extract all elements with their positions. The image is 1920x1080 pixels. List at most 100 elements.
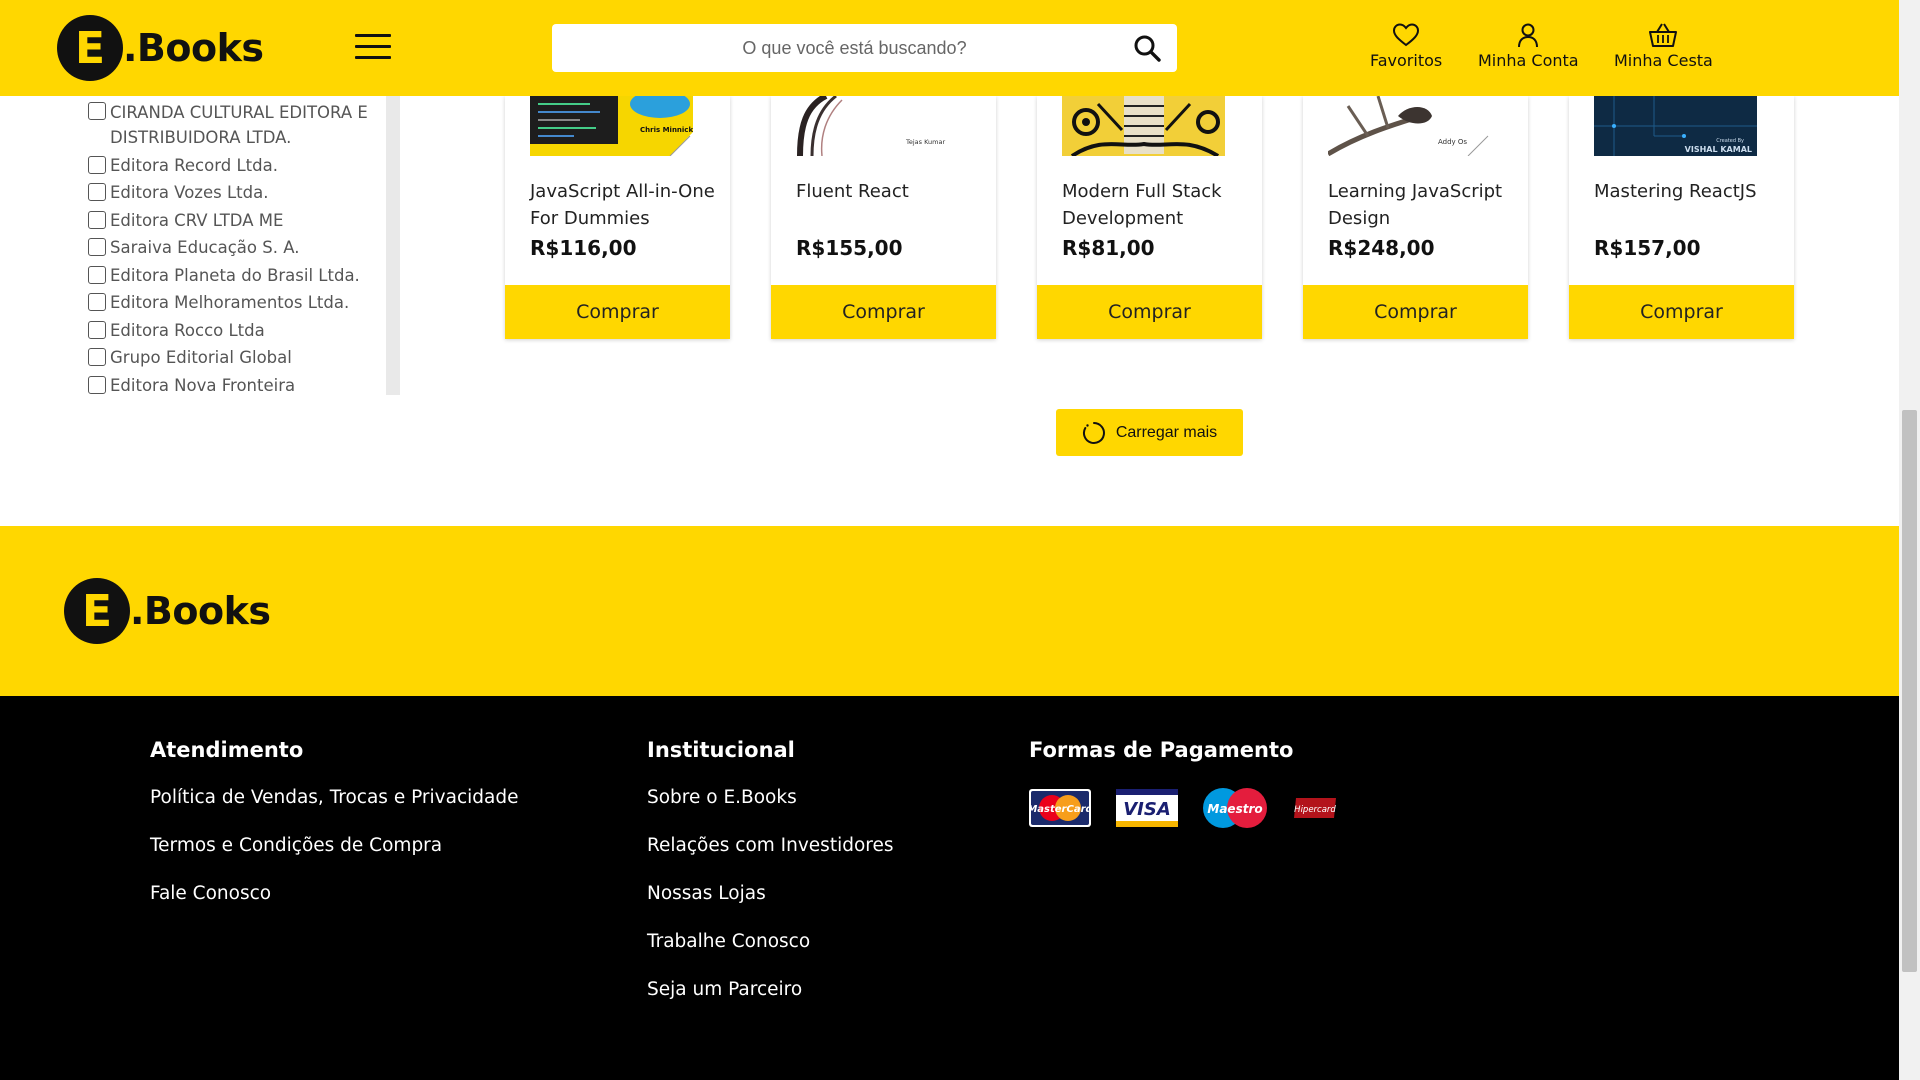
cover-author: Tejas Kumar (905, 138, 945, 146)
product-card[interactable]: Chris Minnick JavaScript All-in-One For … (505, 96, 730, 339)
search-bar (552, 24, 1177, 72)
product-card[interactable]: Tejas Kumar Fluent React R$155,00 Compra… (771, 96, 996, 339)
hipercard-logo: Hipercard (1294, 798, 1336, 818)
publisher-filter-item[interactable]: Editora CRV LTDA ME (88, 209, 383, 233)
footer-link[interactable]: Seja um Parceiro (647, 979, 894, 1000)
publisher-checkbox[interactable] (88, 102, 106, 120)
publisher-filter-item[interactable]: Editora Nova Fronteira (88, 374, 383, 398)
publisher-checkbox[interactable] (88, 320, 106, 339)
publisher-checkbox[interactable] (88, 265, 106, 284)
product-card[interactable]: Modern Full Stack Development R$81,00 Co… (1037, 96, 1262, 339)
publisher-label: Editora Rocco Ltda (110, 320, 265, 340)
buy-button[interactable]: Comprar (771, 285, 996, 339)
heart-icon (1393, 23, 1420, 47)
search-input[interactable] (552, 24, 1117, 72)
publisher-label: CIRANDA CULTURAL EDITORA E DISTRIBUIDORA… (110, 103, 368, 147)
cover-author: Chris Minnick (640, 126, 693, 134)
page-scrollbar-thumb[interactable] (1902, 410, 1917, 972)
publisher-label: Editora Nova Fronteira (110, 375, 296, 395)
cart-label: Minha Cesta (1614, 51, 1713, 70)
header-logo[interactable]: E .Books (57, 15, 264, 81)
product-title[interactable]: Modern Full Stack Development (1062, 178, 1247, 232)
publisher-filter-item[interactable]: Editora Vozes Ltda. (88, 181, 383, 205)
buy-button[interactable]: Comprar (1037, 285, 1262, 339)
buy-button[interactable]: Comprar (1303, 285, 1528, 339)
publisher-filter-item[interactable]: Saraiva Educação S. A. (88, 236, 383, 260)
publisher-checkbox[interactable] (88, 155, 106, 174)
account-label: Minha Conta (1478, 51, 1579, 70)
product-title[interactable]: Fluent React (796, 178, 981, 205)
publisher-filter-item[interactable]: Editora Record Ltda. (88, 154, 383, 178)
footer-link[interactable]: Termos e Condições de Compra (150, 835, 518, 856)
footer-link[interactable]: Trabalhe Conosco (647, 931, 894, 952)
publisher-checkbox[interactable] (88, 210, 106, 229)
buy-button[interactable]: Comprar (1569, 285, 1794, 339)
footer-link[interactable]: Política de Vendas, Trocas e Privacidade (150, 787, 518, 808)
favorites-label: Favoritos (1370, 51, 1443, 70)
product-title[interactable]: Mastering ReactJS (1594, 178, 1779, 205)
product-title[interactable]: Learning JavaScript Design (1328, 178, 1513, 232)
account-link[interactable]: Minha Conta (1478, 22, 1579, 70)
publisher-filter-item[interactable]: CIRANDA CULTURAL EDITORA E DISTRIBUIDORA… (88, 100, 383, 150)
product-card[interactable]: Created By VISHAL KAMAL Mastering ReactJ… (1569, 96, 1794, 339)
basket-icon (1649, 23, 1678, 47)
book-cover[interactable] (1062, 96, 1225, 156)
publisher-filter-item[interactable]: Editora Planeta do Brasil Ltda. (88, 264, 383, 288)
product-price: R$81,00 (1062, 236, 1155, 260)
publisher-label: Editora Record Ltda. (110, 155, 278, 175)
footer-link[interactable]: Relações com Investidores (647, 835, 894, 856)
hamburger-menu-icon[interactable] (355, 34, 391, 62)
favorites-link[interactable]: Favoritos (1370, 22, 1442, 70)
cover-author: VISHAL KAMAL (1685, 145, 1752, 154)
search-button[interactable] (1117, 24, 1177, 72)
footer-link[interactable]: Nossas Lojas (647, 883, 894, 904)
publisher-filter-item[interactable]: Grupo Editorial Global (88, 346, 383, 370)
footer-column-institucional: Institucional Sobre o E.Books Relações c… (647, 738, 894, 1027)
footer-column-atendimento: Atendimento Política de Vendas, Trocas e… (150, 738, 518, 931)
product-title[interactable]: JavaScript All-in-One For Dummies (530, 178, 715, 232)
filter-scrollbar-track[interactable] (386, 96, 400, 395)
payment-label: Maestro (1207, 802, 1262, 816)
maestro-logo: Maestro (1203, 788, 1267, 828)
book-cover[interactable]: Addy Os (1328, 96, 1491, 156)
book-cover[interactable]: Tejas Kumar (796, 96, 959, 156)
product-price: R$157,00 (1594, 236, 1701, 260)
book-cover[interactable]: Chris Minnick (530, 96, 693, 156)
site-header: E .Books Favoritos Minha Conta Minha Ces… (0, 0, 1899, 96)
product-card[interactable]: Addy Os Learning JavaScript Design R$248… (1303, 96, 1528, 339)
publisher-checkbox[interactable] (88, 375, 106, 394)
load-more-button[interactable]: Carregar mais (1056, 409, 1243, 456)
cart-link[interactable]: Minha Cesta (1614, 22, 1713, 70)
footer-column-title: Atendimento (150, 738, 304, 762)
cover-text: Created By (1716, 138, 1744, 144)
visa-logo: VISA (1116, 789, 1178, 827)
footer-column-payments: Formas de Pagamento MasterCard VISA Maes… (1029, 738, 1363, 829)
footer-link[interactable]: Fale Conosco (150, 883, 518, 904)
footer-column-title: Formas de Pagamento (1029, 738, 1294, 762)
publisher-label: Editora CRV LTDA ME (110, 210, 284, 230)
publisher-label: Saraiva Educação S. A. (110, 238, 300, 257)
footer-brand-band: E .Books (0, 526, 1899, 696)
publisher-filter-list: CIRANDA CULTURAL EDITORA E DISTRIBUIDORA… (88, 100, 383, 401)
logo-circle: E (57, 15, 123, 81)
page-scrollbar[interactable] (1899, 0, 1920, 1080)
publisher-label: Editora Planeta do Brasil Ltda. (110, 265, 360, 285)
book-cover[interactable]: Created By VISHAL KAMAL (1594, 96, 1757, 156)
product-price: R$155,00 (796, 236, 903, 260)
publisher-checkbox[interactable] (88, 238, 106, 256)
publisher-checkbox[interactable] (88, 183, 106, 201)
publisher-filter-item[interactable]: Editora Melhoramentos Ltda. (88, 291, 383, 315)
load-more-label: Carregar mais (1115, 423, 1218, 441)
publisher-label: Editora Vozes Ltda. (110, 183, 269, 202)
buy-button[interactable]: Comprar (505, 285, 730, 339)
publisher-checkbox[interactable] (88, 293, 106, 311)
payment-methods: MasterCard VISA Maestro Hipercard (1029, 787, 1363, 829)
payment-label: MasterCard (1029, 804, 1091, 815)
search-icon (1134, 35, 1161, 62)
publisher-checkbox[interactable] (88, 348, 106, 366)
publisher-filter-item[interactable]: Editora Rocco Ltda (88, 319, 383, 343)
payment-label: Hipercard (1294, 805, 1336, 815)
user-icon (1518, 23, 1539, 48)
footer-link[interactable]: Sobre o E.Books (647, 787, 894, 808)
footer-logo[interactable]: E .Books (64, 578, 271, 644)
